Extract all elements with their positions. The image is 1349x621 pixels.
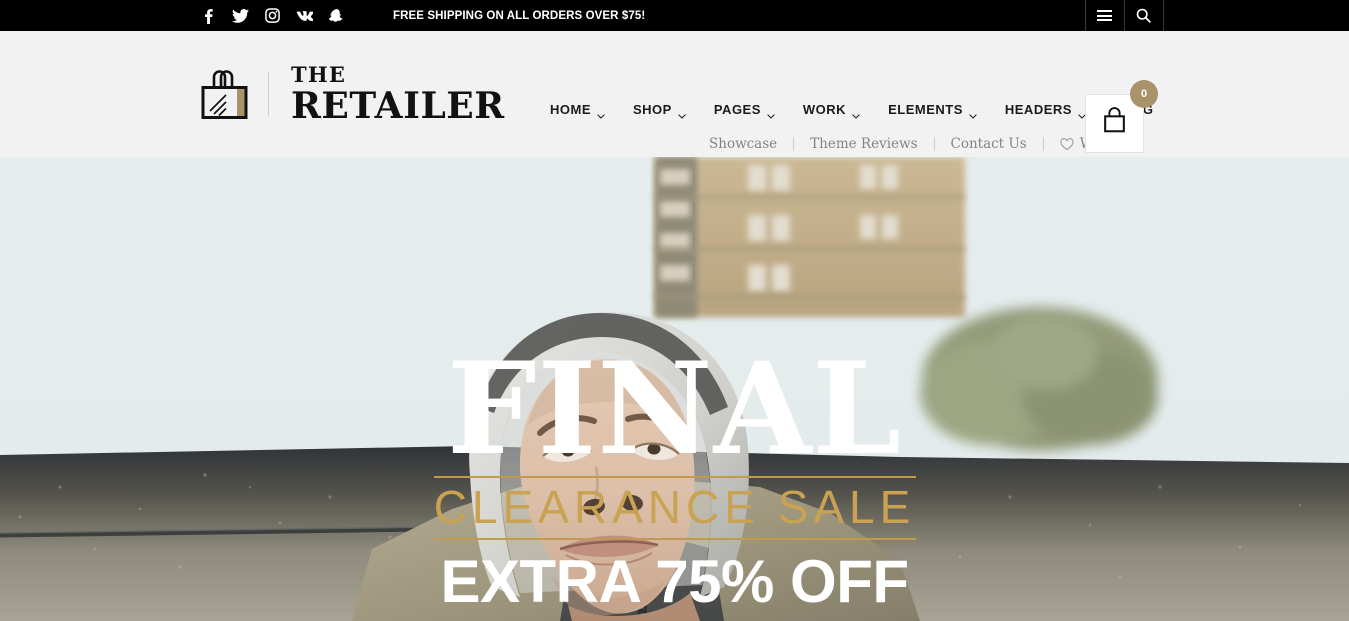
- hero-background-image: [0, 157, 1349, 621]
- cart-button[interactable]: 0: [1085, 80, 1158, 153]
- page-root: FREE SHIPPING ON ALL ORDERS OVER $75! TH…: [0, 0, 1349, 621]
- shopping-bag-icon: [1101, 107, 1128, 140]
- nav-item-work[interactable]: WORK: [789, 102, 874, 119]
- logo-wordmark: THE RETAILER: [291, 64, 505, 124]
- chevron-down-icon: [969, 107, 977, 119]
- subnav-item-theme-reviews[interactable]: Theme Reviews: [794, 136, 933, 152]
- subnav-item-contact-us[interactable]: Contact Us: [935, 136, 1043, 152]
- heart-icon: [1060, 137, 1074, 151]
- nav-item-shop[interactable]: SHOP: [619, 102, 700, 119]
- chevron-down-icon: [767, 107, 775, 119]
- instagram-icon[interactable]: [264, 7, 281, 24]
- hamburger-menu-icon[interactable]: [1085, 0, 1124, 31]
- shipping-message: FREE SHIPPING ON ALL ORDERS OVER $75!: [393, 9, 646, 22]
- shopping-bag-logo-icon: [200, 68, 248, 120]
- top-bar: FREE SHIPPING ON ALL ORDERS OVER $75!: [0, 0, 1349, 31]
- social-links: FREE SHIPPING ON ALL ORDERS OVER $75!: [200, 7, 645, 24]
- hero-banner[interactable]: FINAL CLEARANCE SALE EXTRA 75% OFF: [0, 157, 1349, 621]
- subnav-item-showcase[interactable]: Showcase: [693, 136, 793, 152]
- facebook-icon[interactable]: [200, 7, 217, 24]
- nav-label: PAGES: [713, 102, 761, 117]
- twitter-icon[interactable]: [232, 7, 249, 24]
- snapchat-icon[interactable]: [328, 7, 345, 24]
- nav-label: HOME: [550, 102, 591, 117]
- nav-item-headers[interactable]: HEADERS: [991, 102, 1100, 119]
- top-bar-right-filler: [1163, 0, 1349, 31]
- chevron-down-icon: [597, 107, 605, 119]
- nav-item-elements[interactable]: ELEMENTS: [874, 102, 991, 119]
- nav-label: WORK: [802, 102, 847, 117]
- nav-item-home[interactable]: HOME: [540, 102, 619, 119]
- chevron-down-icon: [852, 107, 860, 119]
- secondary-navigation: Showcase Theme Reviews Contact Us Wishli…: [693, 136, 1150, 152]
- logo-line-retailer: RETAILER: [291, 85, 505, 127]
- chevron-down-icon: [678, 107, 686, 119]
- nav-label: SHOP: [633, 102, 672, 117]
- nav-label: ELEMENTS: [888, 102, 963, 117]
- search-icon[interactable]: [1124, 0, 1163, 31]
- logo-divider: [268, 72, 269, 116]
- site-logo[interactable]: THE RETAILER: [200, 64, 505, 124]
- top-bar-actions: [1085, 0, 1349, 31]
- nav-item-pages[interactable]: PAGES: [700, 102, 789, 119]
- cart-count-badge: 0: [1130, 80, 1158, 108]
- site-header: THE RETAILER HOME SHOP PAGES WORK ELEMEN…: [0, 31, 1349, 157]
- logo-line-the: THE: [291, 62, 347, 87]
- vk-icon[interactable]: [296, 7, 313, 24]
- primary-navigation: HOME SHOP PAGES WORK ELEMENTS HEADERS: [540, 102, 1168, 119]
- nav-label: HEADERS: [1004, 102, 1072, 117]
